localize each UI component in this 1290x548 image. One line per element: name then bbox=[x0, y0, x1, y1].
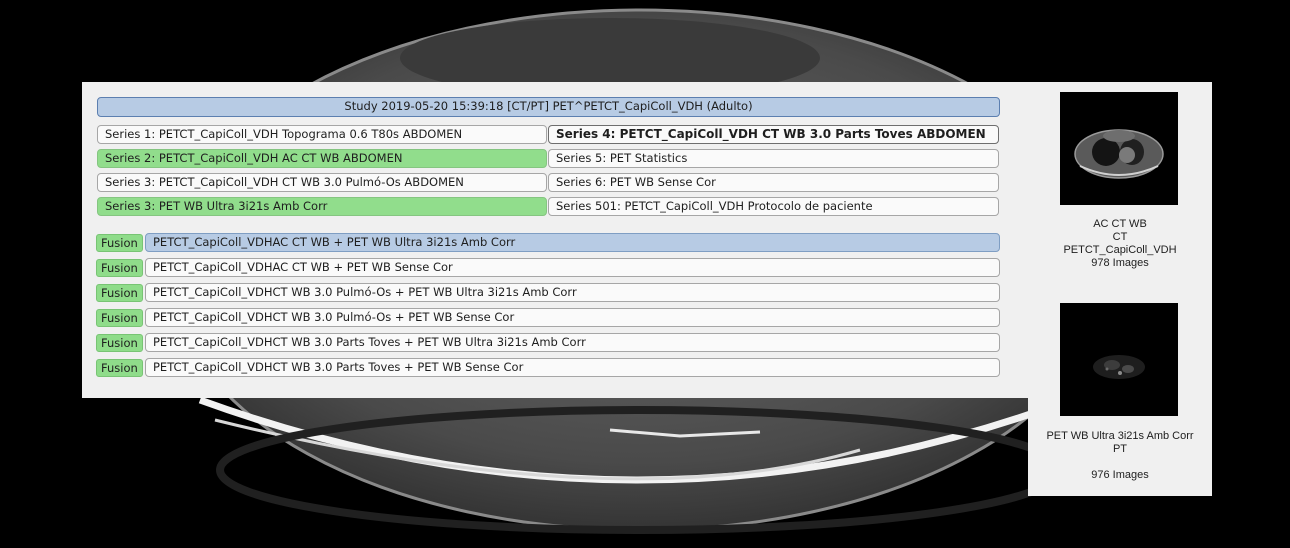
ct-image-count: 978 Images bbox=[1091, 257, 1149, 269]
fusion-row-button[interactable]: PETCT_CapiColl_VDHCT WB 3.0 Parts Toves … bbox=[145, 358, 1000, 377]
series-2-button[interactable]: Series 2: PETCT_CapiColl_VDH AC CT WB AB… bbox=[97, 149, 547, 168]
pet-series-description: PET WB Ultra 3i21s Amb Corr bbox=[1046, 430, 1194, 442]
pet-thumbnail-image bbox=[1060, 303, 1178, 416]
fusion-row-button[interactable]: PETCT_CapiColl_VDHAC CT WB + PET WB Sens… bbox=[145, 258, 1000, 277]
fusion-tag: Fusion bbox=[96, 234, 143, 252]
series-3-button[interactable]: Series 3: PETCT_CapiColl_VDH CT WB 3.0 P… bbox=[97, 173, 547, 192]
fusion-tag: Fusion bbox=[96, 284, 143, 302]
fusion-tag: Fusion bbox=[96, 334, 143, 352]
series-4-button[interactable]: Series 4: PETCT_CapiColl_VDH CT WB 3.0 P… bbox=[548, 125, 999, 144]
series-1-button[interactable]: Series 1: PETCT_CapiColl_VDH Topograma 0… bbox=[97, 125, 547, 144]
fusion-row-button[interactable]: PETCT_CapiColl_VDHCT WB 3.0 Parts Toves … bbox=[145, 333, 1000, 352]
series-3-pet-button[interactable]: Series 3: PET WB Ultra 3i21s Amb Corr bbox=[97, 197, 547, 216]
fusion-row-button[interactable]: PETCT_CapiColl_VDHAC CT WB + PET WB Ultr… bbox=[145, 233, 1000, 252]
ct-series-description: AC CT WB bbox=[1093, 218, 1147, 230]
ct-thumbnail-caption: AC CT WB CT PETCT_CapiColl_VDH 978 Image… bbox=[1028, 218, 1212, 270]
pet-image-count: 976 Images bbox=[1091, 469, 1149, 481]
ct-thumbnail-image bbox=[1060, 92, 1178, 205]
study-header-button[interactable]: Study 2019-05-20 15:39:18 [CT/PT] PET^PE… bbox=[97, 97, 1000, 117]
ct-modality: CT bbox=[1112, 231, 1128, 243]
fusion-tag: Fusion bbox=[96, 259, 143, 277]
pet-thumbnail[interactable] bbox=[1060, 303, 1178, 416]
thumbnail-panel: AC CT WB CT PETCT_CapiColl_VDH 978 Image… bbox=[1028, 82, 1212, 496]
series-6-button[interactable]: Series 6: PET WB Sense Cor bbox=[548, 173, 999, 192]
ct-thumbnail[interactable] bbox=[1060, 92, 1178, 205]
fusion-tag: Fusion bbox=[96, 359, 143, 377]
pet-modality: PT bbox=[1112, 443, 1128, 455]
pet-study-name bbox=[1028, 456, 1212, 469]
series-5-button[interactable]: Series 5: PET Statistics bbox=[548, 149, 999, 168]
series-501-button[interactable]: Series 501: PETCT_CapiColl_VDH Protocolo… bbox=[548, 197, 999, 216]
ct-study-name: PETCT_CapiColl_VDH bbox=[1063, 244, 1177, 256]
fusion-row-button[interactable]: PETCT_CapiColl_VDHCT WB 3.0 Pulmó-Os + P… bbox=[145, 308, 1000, 327]
pet-thumbnail-caption: PET WB Ultra 3i21s Amb Corr PT 976 Image… bbox=[1028, 430, 1212, 482]
fusion-row-button[interactable]: PETCT_CapiColl_VDHCT WB 3.0 Pulmó-Os + P… bbox=[145, 283, 1000, 302]
fusion-tag: Fusion bbox=[96, 309, 143, 327]
